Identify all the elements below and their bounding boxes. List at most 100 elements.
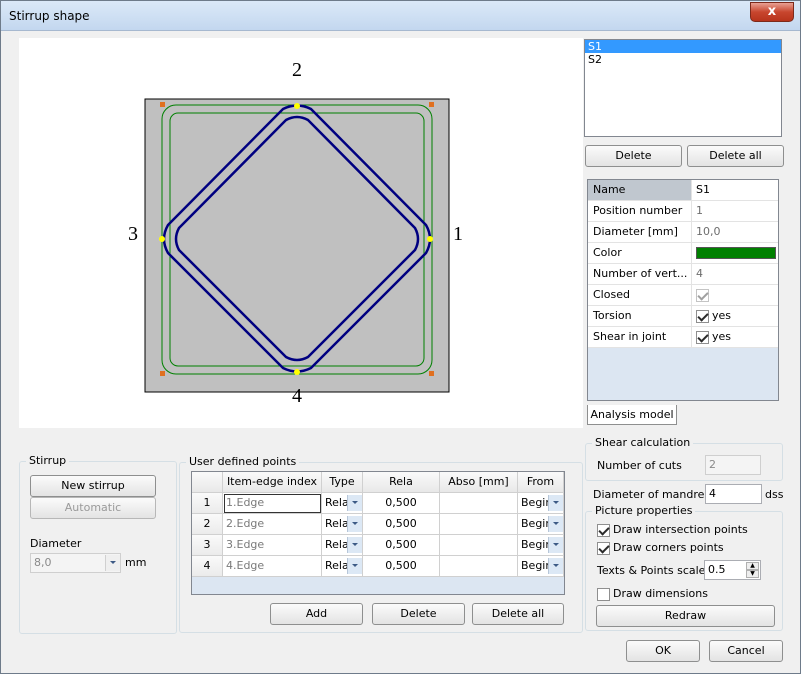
rela-cell[interactable]: 0,500: [363, 556, 440, 577]
edge-cell[interactable]: 1.Edge: [223, 493, 322, 514]
torsion-checkbox[interactable]: [696, 309, 709, 323]
delete-all-stirrups-button[interactable]: Delete all: [687, 145, 784, 167]
abso-cell[interactable]: [440, 535, 518, 556]
abso-cell[interactable]: [440, 493, 518, 514]
draw-corners-row[interactable]: Draw corners points: [597, 541, 724, 555]
from-cell[interactable]: Begin: [518, 493, 564, 514]
chevron-down-icon[interactable]: [347, 558, 362, 574]
type-cell[interactable]: Rela: [322, 556, 363, 577]
stirrup-drawing-canvas[interactable]: 2 1 4 3: [19, 38, 583, 428]
edge-cell[interactable]: 4.Edge: [223, 556, 322, 577]
chevron-down-icon[interactable]: [548, 495, 563, 511]
property-value[interactable]: 4: [693, 264, 778, 284]
column-header[interactable]: Rela: [363, 472, 440, 493]
chevron-down-icon[interactable]: [105, 555, 120, 571]
stirrup-list-item[interactable]: S2: [585, 53, 781, 66]
property-row-name[interactable]: Name S1: [588, 180, 778, 201]
column-header[interactable]: Item-edge index: [223, 472, 322, 493]
shear-joint-checkbox[interactable]: [696, 330, 709, 344]
type-cell[interactable]: Rela: [322, 535, 363, 556]
draw-dimensions-label: Draw dimensions: [613, 587, 708, 600]
draw-intersection-row[interactable]: Draw intersection points: [597, 523, 748, 537]
stirrup-group-title: Stirrup: [26, 454, 70, 467]
closed-checkbox[interactable]: [696, 288, 709, 302]
stirrup-list-item[interactable]: S1: [585, 40, 781, 53]
draw-dimensions-row[interactable]: Draw dimensions: [597, 587, 708, 601]
delete-point-button[interactable]: Delete: [372, 603, 465, 625]
property-row-color[interactable]: Color: [588, 243, 778, 264]
rela-cell[interactable]: 0,500: [363, 535, 440, 556]
column-header[interactable]: From: [518, 472, 564, 493]
automatic-button[interactable]: Automatic: [30, 497, 156, 519]
rela-cell[interactable]: 0,500: [363, 493, 440, 514]
chevron-down-icon[interactable]: [548, 516, 563, 532]
property-value[interactable]: 1: [693, 201, 778, 221]
number-of-cuts-field[interactable]: 2: [705, 455, 761, 475]
property-row-diameter[interactable]: Diameter [mm] 10,0: [588, 222, 778, 243]
property-row-position[interactable]: Position number 1: [588, 201, 778, 222]
draw-intersection-checkbox[interactable]: [597, 523, 610, 537]
abso-cell[interactable]: [440, 556, 518, 577]
stirrup-group: Stirrup New stirrup Automatic Diameter 8…: [19, 454, 177, 634]
row-number[interactable]: 1: [192, 493, 223, 514]
spin-up-icon[interactable]: ▲: [746, 562, 759, 570]
from-cell[interactable]: Begin: [518, 514, 564, 535]
type-value: Rela: [325, 538, 349, 551]
property-row-closed[interactable]: Closed: [588, 285, 778, 306]
property-row-torsion[interactable]: Torsion yes: [588, 306, 778, 327]
intersection-point-right: [427, 236, 433, 242]
column-header[interactable]: Abso [mm]: [440, 472, 518, 493]
draw-corners-checkbox[interactable]: [597, 541, 610, 555]
scale-value: 0.5: [708, 563, 726, 576]
chevron-down-icon[interactable]: [548, 537, 563, 553]
row-number[interactable]: 2: [192, 514, 223, 535]
mandrel-unit: dss: [765, 488, 784, 501]
edge-cell[interactable]: 3.Edge: [223, 535, 322, 556]
from-cell[interactable]: Begin: [518, 535, 564, 556]
dialog-window: Stirrup shape x 2 1 4 3 S1 S2 Delete Del…: [0, 0, 801, 674]
stirrup-list[interactable]: S1 S2: [584, 39, 782, 137]
edge-label-left: 3: [128, 223, 138, 245]
chevron-down-icon[interactable]: [347, 537, 362, 553]
abso-cell[interactable]: [440, 514, 518, 535]
row-number[interactable]: 3: [192, 535, 223, 556]
intersection-point-left: [159, 236, 165, 242]
delete-all-points-button[interactable]: Delete all: [472, 603, 564, 625]
scale-spinner[interactable]: 0.5 ▲ ▼: [704, 560, 761, 580]
property-row-shear-joint[interactable]: Shear in joint yes: [588, 327, 778, 348]
draw-dimensions-checkbox[interactable]: [597, 587, 610, 601]
cancel-button[interactable]: Cancel: [709, 640, 783, 662]
new-stirrup-button[interactable]: New stirrup: [30, 475, 156, 497]
color-swatch[interactable]: [693, 243, 778, 263]
type-cell[interactable]: Rela: [322, 514, 363, 535]
property-row-vertices[interactable]: Number of vert... 4: [588, 264, 778, 285]
edge-cell[interactable]: 2.Edge: [223, 514, 322, 535]
type-cell[interactable]: Rela: [322, 493, 363, 514]
type-value: Rela: [325, 496, 349, 509]
redraw-button[interactable]: Redraw: [596, 605, 775, 627]
chevron-down-icon[interactable]: [548, 558, 563, 574]
edge-label-bottom: 4: [292, 385, 302, 407]
from-cell[interactable]: Begin: [518, 556, 564, 577]
property-value[interactable]: 10,0: [693, 222, 778, 242]
edge-label-right: 1: [453, 223, 463, 245]
diameter-unit: mm: [125, 556, 147, 569]
row-number[interactable]: 4: [192, 556, 223, 577]
spin-down-icon[interactable]: ▼: [746, 570, 759, 578]
add-point-button[interactable]: Add: [270, 603, 363, 625]
chevron-down-icon[interactable]: [347, 495, 362, 511]
corner-point-tr: [429, 102, 434, 107]
ok-button[interactable]: OK: [626, 640, 700, 662]
chevron-down-icon[interactable]: [347, 516, 362, 532]
stirrup-drawing: 2 1 4 3: [128, 59, 463, 407]
rela-cell[interactable]: 0,500: [363, 514, 440, 535]
diameter-select[interactable]: 8,0: [30, 553, 121, 573]
tab-analysis-model[interactable]: Analysis model: [587, 405, 677, 425]
delete-stirrup-button[interactable]: Delete: [585, 145, 682, 167]
column-header[interactable]: Type: [322, 472, 363, 493]
mandrel-diameter-field[interactable]: 4: [705, 484, 762, 504]
section-outline: [144, 98, 450, 393]
shear-joint-value: yes: [712, 330, 732, 343]
close-button[interactable]: x: [750, 2, 794, 22]
property-value[interactable]: S1: [693, 180, 778, 200]
